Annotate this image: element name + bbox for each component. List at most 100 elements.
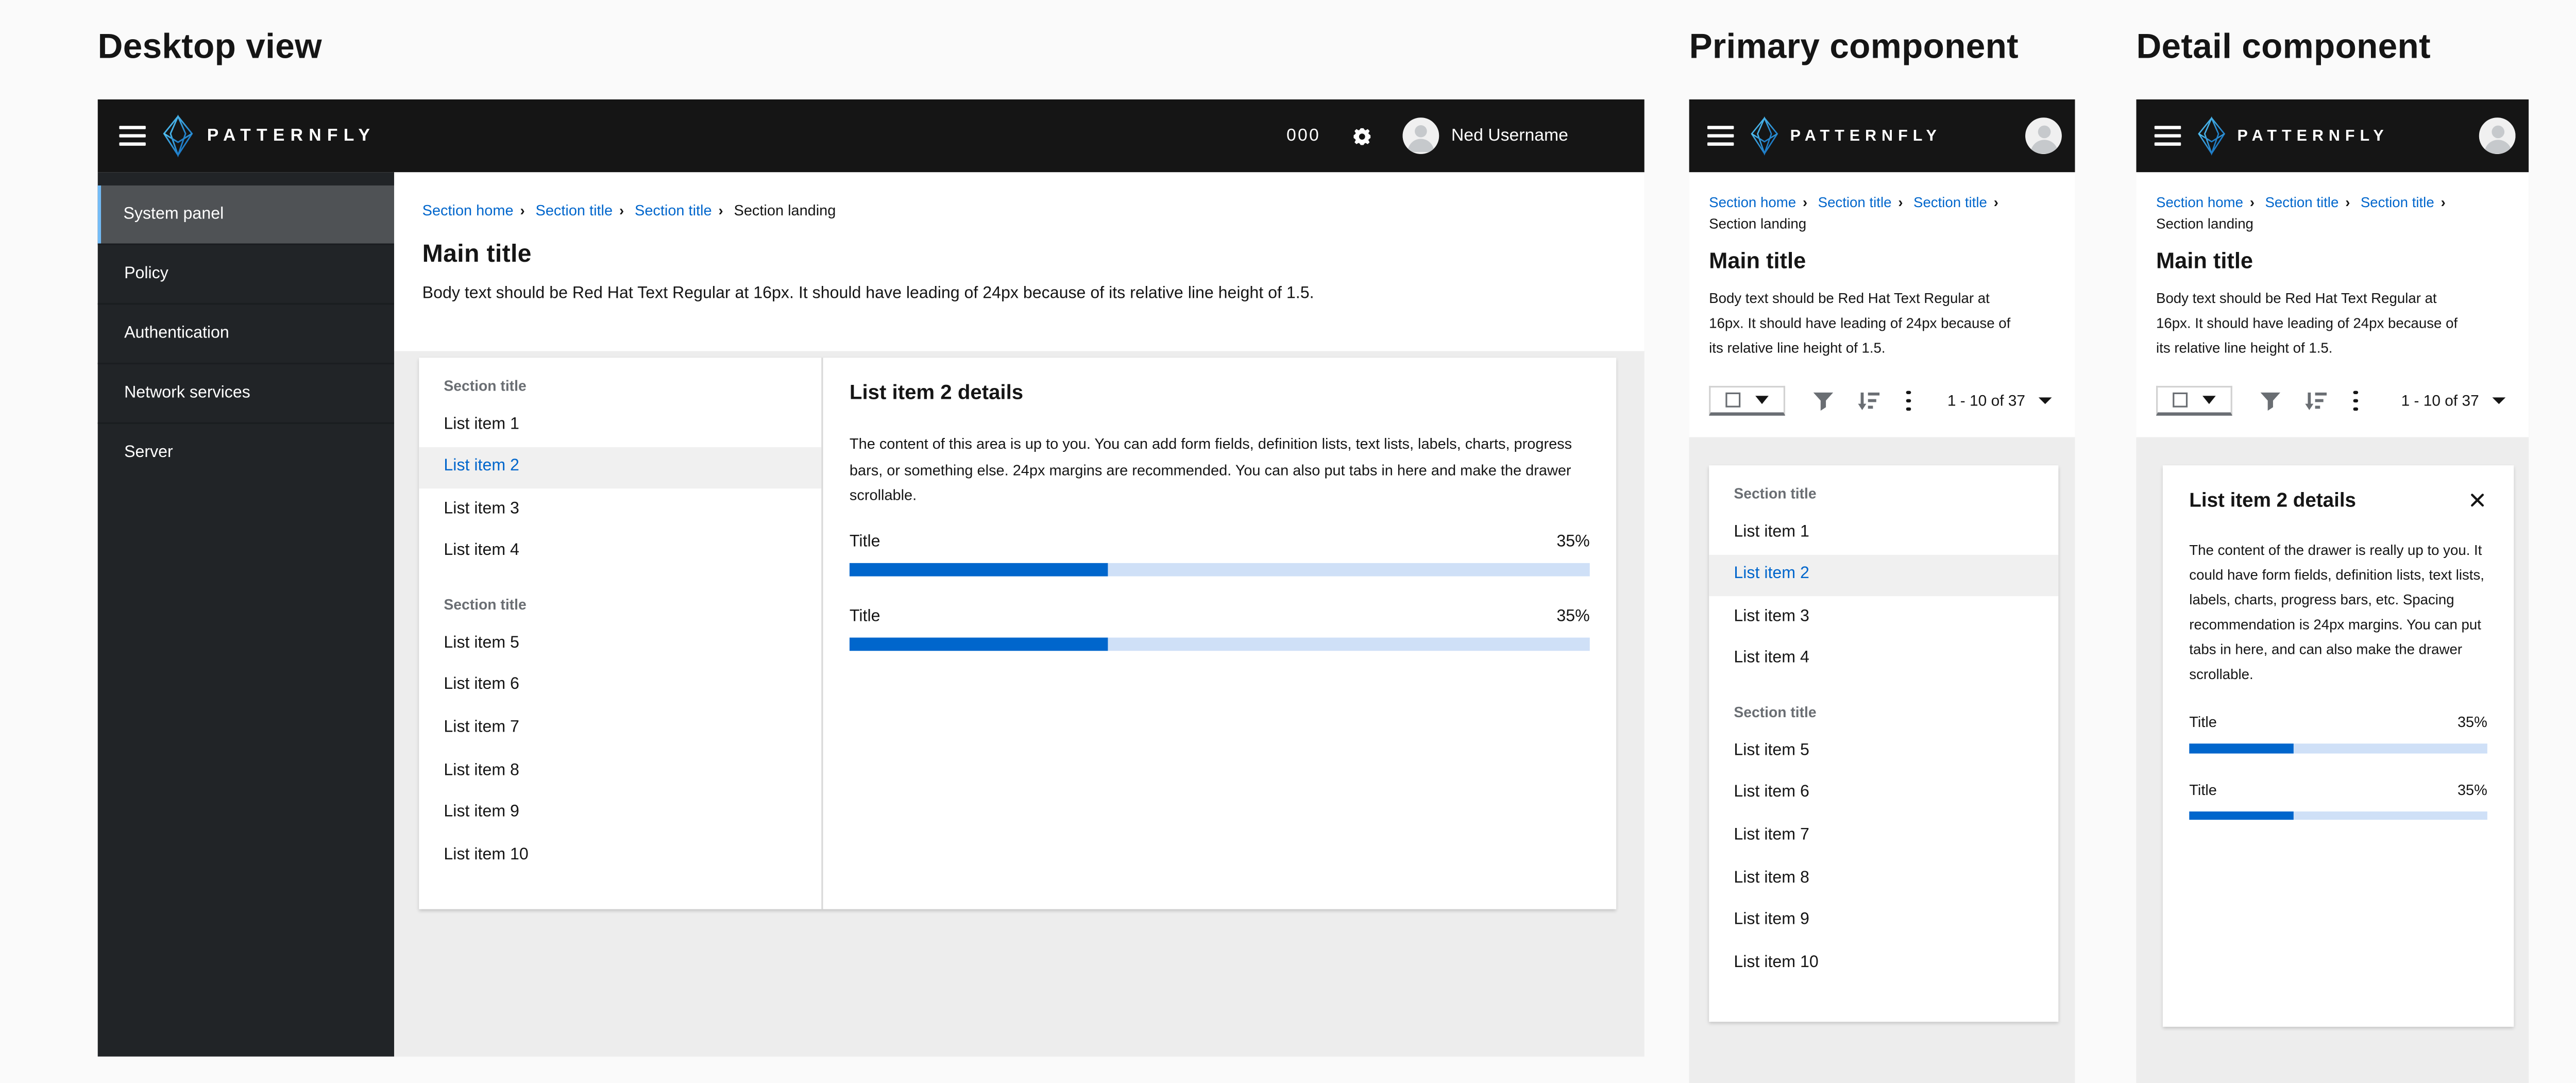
list-item[interactable]: List item 8 — [1709, 858, 2058, 901]
progress-label: Title — [850, 605, 880, 627]
breadcrumb-link[interactable]: Section title — [536, 202, 613, 218]
breadcrumb-separator-icon: › — [1898, 194, 1903, 210]
drawer-progress-list: Title35%Title35% — [2189, 712, 2487, 820]
progress-percentage: 35% — [1556, 605, 1589, 627]
list-item[interactable]: List item 5 — [419, 623, 821, 666]
username-label[interactable]: Ned Username — [1451, 126, 1568, 146]
breadcrumb-link[interactable]: Section title — [2361, 194, 2434, 210]
user-avatar[interactable] — [2479, 117, 2516, 154]
list-item[interactable]: List item 7 — [1709, 816, 2058, 858]
sidebar-item-network-services[interactable]: Network services — [98, 363, 394, 422]
list-item[interactable]: List item 9 — [1709, 901, 2058, 943]
breadcrumb-separator-icon: › — [2345, 194, 2350, 210]
sidebar-item-server[interactable]: Server — [98, 422, 394, 482]
bulk-select-dropdown[interactable] — [2156, 386, 2232, 416]
list-card: Section titleList item 1List item 2List … — [1709, 465, 2058, 1022]
notification-badge[interactable]: 000 — [1286, 126, 1320, 146]
user-avatar[interactable] — [2025, 117, 2062, 154]
list-item[interactable]: List item 5 — [1709, 731, 2058, 773]
page-header-section: Section home › Section title › Section tit… — [2136, 172, 2529, 437]
filter-icon[interactable] — [2261, 392, 2281, 410]
breadcrumb: Section home › Section title › Section tit… — [422, 200, 1612, 221]
list-item[interactable]: List item 3 — [1709, 597, 2058, 639]
list-item[interactable]: List item 8 — [419, 751, 821, 793]
settings-gear-icon[interactable] — [1352, 125, 1374, 147]
desktop-view-frame: PATTERNFLY 000 Ned Username System panel… — [98, 99, 1645, 1057]
kebab-menu-icon[interactable] — [2353, 390, 2358, 411]
page-header-section: Section home› Section title› Section tit… — [1689, 172, 2075, 437]
patternfly-logo-icon — [161, 114, 196, 158]
list-section-title: Section title — [1709, 681, 2058, 731]
bulk-select-checkbox[interactable] — [1726, 393, 1740, 407]
list-item-selected[interactable]: List item 2 — [1709, 554, 2058, 596]
masthead: PATTERNFLY — [2136, 99, 2529, 172]
breadcrumb-separator-icon: › — [619, 202, 624, 218]
patternfly-logo-icon — [2196, 116, 2227, 156]
primary-component-frame: PATTERNFLY Section home› Section title› … — [1689, 99, 2075, 1083]
breadcrumb-link[interactable]: Section home — [422, 202, 514, 218]
page-title: Main title — [422, 240, 1612, 268]
bulk-select-checkbox[interactable] — [2173, 393, 2187, 407]
list-item[interactable]: List item 7 — [419, 708, 821, 750]
breadcrumb-link[interactable]: Section home — [1709, 194, 1796, 210]
kebab-menu-icon[interactable] — [1906, 390, 1911, 411]
menu-toggle-icon[interactable] — [1707, 125, 1734, 147]
progress-percentage: 35% — [2458, 779, 2487, 799]
list-pane: Section titleList item 1List item 2List … — [419, 358, 823, 909]
sidebar-item-system-panel[interactable]: System panel — [98, 185, 394, 244]
progress-track — [850, 637, 1590, 650]
breadcrumb-separator-icon: › — [520, 202, 524, 218]
breadcrumb-current: Section landing — [2156, 214, 2253, 231]
list-item[interactable]: List item 10 — [419, 835, 821, 877]
menu-toggle-icon[interactable] — [2155, 125, 2181, 147]
masthead: PATTERNFLY 000 Ned Username — [98, 99, 1645, 172]
sidebar-item-policy[interactable]: Policy — [98, 244, 394, 303]
list-section-title: Section title — [419, 573, 821, 623]
breadcrumb-link[interactable]: Section title — [635, 202, 712, 218]
list-item[interactable]: List item 6 — [1709, 773, 2058, 816]
pagination-dropdown[interactable]: 1 - 10 of 37 — [2401, 393, 2509, 409]
breadcrumb-separator-icon: › — [718, 202, 723, 218]
details-title: List item 2 details — [850, 381, 1590, 404]
drawer-panel: List item 2 details The content of the d… — [2163, 465, 2514, 1027]
bulk-select-dropdown[interactable] — [1709, 386, 1785, 416]
canvas: Desktop view Primary component Detail co… — [0, 0, 2576, 1083]
progress-group: Title35% — [2189, 779, 2487, 820]
list-section-title: Section title — [1709, 465, 2058, 512]
page-title: Main title — [2156, 248, 2509, 273]
list-item[interactable]: List item 1 — [1709, 512, 2058, 554]
breadcrumb-link[interactable]: Section title — [1913, 194, 1987, 210]
user-avatar[interactable] — [1403, 117, 1440, 154]
breadcrumb-separator-icon: › — [2250, 194, 2255, 210]
page-body-text: Body text should be Red Hat Text Regular… — [2156, 286, 2469, 361]
list-details-card: Section titleList item 1List item 2List … — [419, 358, 1616, 909]
page-body-text: Body text should be Red Hat Text Regular… — [1709, 286, 2022, 361]
list-item[interactable]: List item 6 — [419, 666, 821, 708]
details-body-text: The content of this area is up to you. Y… — [850, 432, 1590, 509]
list-item[interactable]: List item 1 — [419, 404, 821, 446]
progress-label: Title — [850, 531, 880, 552]
menu-toggle-icon[interactable] — [119, 125, 145, 147]
breadcrumb-link[interactable]: Section title — [1818, 194, 1892, 210]
sort-icon[interactable] — [2305, 392, 2327, 410]
progress-track — [2189, 810, 2487, 820]
list-item[interactable]: List item 9 — [419, 793, 821, 835]
progress-group: Title35% — [850, 531, 1590, 576]
list-item[interactable]: List item 3 — [419, 489, 821, 531]
close-icon[interactable] — [2467, 490, 2487, 510]
list-item[interactable]: List item 4 — [1709, 639, 2058, 681]
breadcrumb-link[interactable]: Section title — [2265, 194, 2339, 210]
section-heading-detail: Detail component — [2136, 28, 2430, 68]
list-item[interactable]: List item 4 — [419, 531, 821, 573]
filter-icon[interactable] — [1814, 392, 1834, 410]
drawer-body-text: The content of the drawer is really up t… — [2189, 538, 2487, 687]
breadcrumb-link[interactable]: Section home — [2156, 194, 2243, 210]
breadcrumb-current: Section landing — [734, 202, 836, 218]
sort-icon[interactable] — [1858, 392, 1879, 410]
list-section-title: Section title — [419, 358, 821, 404]
pagination-label: 1 - 10 of 37 — [1947, 393, 2025, 409]
pagination-dropdown[interactable]: 1 - 10 of 37 — [1947, 393, 2055, 409]
list-item-selected[interactable]: List item 2 — [419, 447, 821, 489]
sidebar-item-authentication[interactable]: Authentication — [98, 303, 394, 363]
list-item[interactable]: List item 10 — [1709, 943, 2058, 985]
